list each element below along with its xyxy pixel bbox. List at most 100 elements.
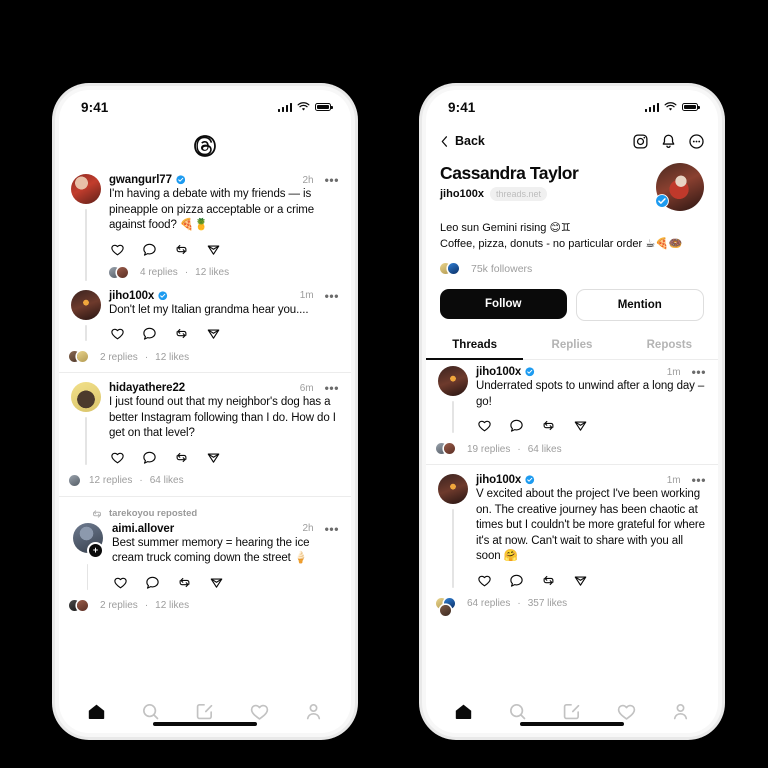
repost-icon[interactable] [174, 450, 189, 465]
post-username[interactable]: jiho100x [476, 474, 521, 486]
like-count: 357 likes [527, 597, 568, 609]
meta-separator: · [144, 600, 149, 611]
avatar[interactable] [71, 382, 101, 412]
repost-icon[interactable] [541, 573, 556, 588]
status-bar-indicators [277, 102, 333, 112]
instagram-icon[interactable] [632, 133, 649, 150]
reply-count: 4 replies [140, 267, 178, 278]
verified-badge-icon [176, 175, 186, 185]
reply-count: 64 replies [467, 597, 511, 609]
avatar[interactable] [438, 474, 468, 504]
tab-threads[interactable]: Threads [426, 332, 524, 360]
profile-header-icons [632, 133, 705, 150]
repost-icon[interactable] [174, 242, 189, 257]
reply-icon[interactable] [509, 573, 524, 588]
thread-connector-line [452, 509, 454, 588]
post-meta[interactable]: 12 replies · 64 likes [69, 473, 339, 489]
repost-icon[interactable] [177, 575, 192, 590]
reply-count: 2 replies [100, 351, 138, 363]
post-more-options-icon[interactable]: ••• [318, 523, 339, 535]
post-timestamp: 1m [299, 290, 314, 301]
avatar[interactable] [71, 289, 101, 320]
post-meta[interactable]: 2 replies · 12 likes [69, 349, 339, 365]
thread-connector-line [85, 417, 87, 465]
share-icon[interactable] [209, 575, 224, 590]
activity-icon[interactable] [249, 701, 270, 722]
repost-icon[interactable] [174, 326, 189, 341]
follow-button[interactable]: Follow [440, 289, 567, 319]
like-icon[interactable] [113, 575, 128, 590]
post-item[interactable]: jiho100x 1m ••• V excited about the proj… [426, 464, 718, 623]
profile-actions: Follow Mention [426, 277, 718, 321]
like-icon[interactable] [110, 326, 125, 341]
post-item[interactable]: tarekoyou reposted + aimi.allover 2h •••… [59, 495, 351, 621]
profile-bio-line-2: Coffee, pizza, donuts - no particular or… [440, 238, 683, 250]
share-icon[interactable] [206, 242, 221, 257]
like-icon[interactable] [110, 242, 125, 257]
profile-display-name: Cassandra Taylor [440, 163, 579, 183]
profile-icon[interactable] [303, 701, 324, 722]
compose-icon[interactable] [561, 701, 582, 722]
post-meta[interactable]: 64 replies · 357 likes [436, 596, 706, 616]
post-username[interactable]: jiho100x [109, 290, 154, 302]
reply-avatars [109, 265, 133, 281]
search-icon[interactable] [140, 701, 161, 722]
feed-list[interactable]: gwangurl77 2h ••• I'm having a debate wi… [59, 168, 351, 689]
repost-icon[interactable] [541, 418, 556, 433]
threads-logo-icon[interactable] [192, 133, 218, 159]
avatar[interactable] [438, 366, 468, 396]
like-icon[interactable] [477, 418, 492, 433]
avatar[interactable] [71, 174, 101, 204]
share-icon[interactable] [206, 326, 221, 341]
tab-reposts[interactable]: Reposts [621, 332, 718, 359]
like-icon[interactable] [110, 450, 125, 465]
post-more-options-icon[interactable]: ••• [685, 474, 706, 486]
post-avatar-column [71, 289, 101, 341]
post-actions [112, 575, 339, 590]
bell-icon[interactable] [660, 133, 677, 150]
reply-icon[interactable] [145, 575, 160, 590]
post-timestamp: 2h [302, 523, 314, 534]
post-meta[interactable]: 4 replies · 12 likes [109, 265, 339, 281]
profile-bio: Leo sun Gemini rising 😊♊ Coffee, pizza, … [426, 211, 718, 252]
like-icon[interactable] [477, 573, 492, 588]
post-username[interactable]: gwangurl77 [109, 174, 172, 186]
phone-mockup-feed: 9:41 gwangurl77 2h ••• I'm having a deba… [55, 86, 355, 737]
search-icon[interactable] [507, 701, 528, 722]
reply-icon[interactable] [142, 450, 157, 465]
post-more-options-icon[interactable]: ••• [318, 290, 339, 302]
profile-post-list[interactable]: jiho100x 1m ••• Underrated spots to unwi… [426, 360, 718, 689]
post-more-options-icon[interactable]: ••• [318, 174, 339, 186]
home-icon[interactable] [86, 701, 107, 722]
reply-icon[interactable] [142, 242, 157, 257]
feed-header [59, 124, 351, 168]
post-more-options-icon[interactable]: ••• [685, 366, 706, 378]
profile-followers-row[interactable]: 75k followers [426, 252, 718, 277]
share-icon[interactable] [573, 573, 588, 588]
follow-plus-badge-icon[interactable]: + [87, 541, 104, 559]
compose-icon[interactable] [194, 701, 215, 722]
post-header: jiho100x 1m ••• [476, 474, 706, 486]
profile-icon[interactable] [670, 701, 691, 722]
post-username[interactable]: aimi.allover [112, 523, 174, 535]
back-button[interactable]: Back [439, 134, 485, 148]
home-icon[interactable] [453, 701, 474, 722]
post-meta[interactable]: 19 replies · 64 likes [436, 441, 706, 457]
post-item[interactable]: gwangurl77 2h ••• I'm having a debate wi… [59, 168, 351, 288]
share-icon[interactable] [573, 418, 588, 433]
post-username[interactable]: jiho100x [476, 366, 521, 378]
post-meta[interactable]: 2 replies · 12 likes [69, 598, 339, 614]
tab-replies[interactable]: Replies [523, 332, 620, 359]
post-item[interactable]: jiho100x 1m ••• Underrated spots to unwi… [426, 360, 718, 464]
post-username[interactable]: hidayathere22 [109, 382, 185, 394]
post-item[interactable]: jiho100x 1m ••• Don't let my Italian gra… [59, 288, 351, 373]
activity-icon[interactable] [616, 701, 637, 722]
reply-icon[interactable] [142, 326, 157, 341]
mention-button[interactable]: Mention [575, 289, 704, 321]
more-circle-icon[interactable] [688, 133, 705, 150]
post-item[interactable]: hidayathere22 6m ••• I just found out th… [59, 372, 351, 496]
share-icon[interactable] [206, 450, 221, 465]
profile-avatar[interactable] [655, 163, 704, 211]
reply-icon[interactable] [509, 418, 524, 433]
post-more-options-icon[interactable]: ••• [318, 382, 339, 394]
